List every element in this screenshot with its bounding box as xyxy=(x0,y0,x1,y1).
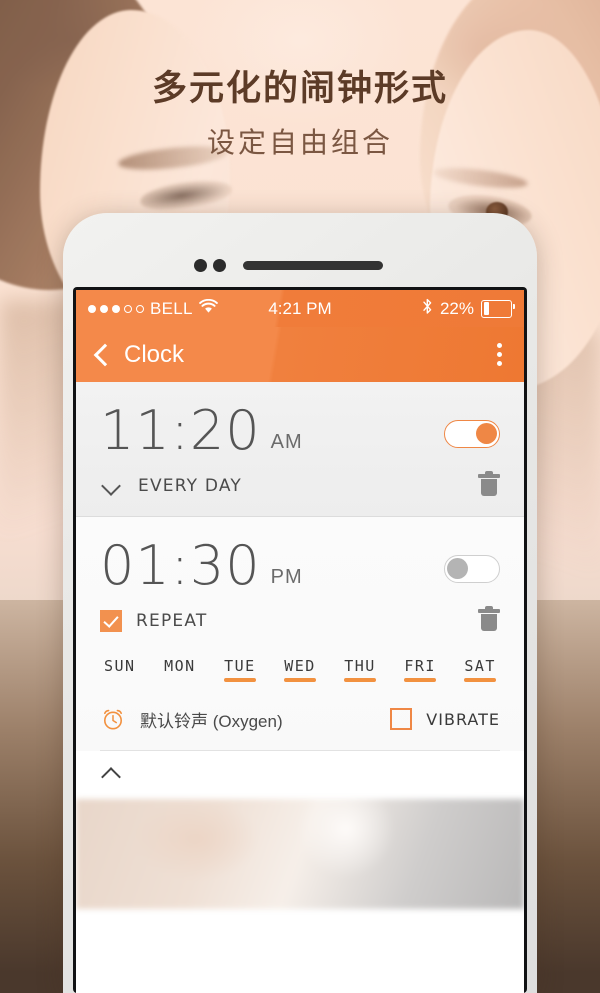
carrier-name: BELL xyxy=(150,298,193,318)
phone-top-bezel xyxy=(63,213,537,279)
weekday-thu[interactable]: THU xyxy=(344,657,376,682)
vibrate-label: VIBRATE xyxy=(426,709,500,729)
phone-mockup: BELL 4:21 PM 22% Clock 11:20 AM EVERY DA… xyxy=(63,213,537,993)
repeat-checkbox[interactable] xyxy=(100,610,122,632)
poster-headline-block: 多元化的闹钟形式 设定自由组合 xyxy=(0,69,600,161)
weekday-mon[interactable]: MON xyxy=(164,657,196,682)
poster-subhead: 设定自由组合 xyxy=(206,126,393,158)
repeat-label: REPEAT xyxy=(136,611,208,631)
wifi-icon xyxy=(198,298,218,319)
alarm-clock-icon[interactable] xyxy=(100,706,126,732)
weekday-selector: SUN MON TUE WED THU FRI SAT xyxy=(100,651,500,698)
earpiece-speaker xyxy=(243,261,383,270)
chevron-down-icon[interactable] xyxy=(100,477,126,495)
status-bar-left: BELL xyxy=(88,298,218,319)
status-bar-right: 22% xyxy=(422,298,515,320)
weekday-tue[interactable]: TUE xyxy=(224,657,256,682)
alarm-schedule-label: EVERY DAY xyxy=(138,476,242,496)
weekday-sun[interactable]: SUN xyxy=(104,657,136,682)
battery-percent: 22% xyxy=(439,298,474,318)
app-bar: Clock xyxy=(76,327,524,382)
alarm-collapse-row xyxy=(76,751,524,799)
weekday-wed[interactable]: WED xyxy=(284,657,316,682)
trash-icon[interactable] xyxy=(478,471,500,498)
ringtone-row: 默认铃声 (Oxygen) VIBRATE xyxy=(100,698,500,751)
alarm-enable-toggle[interactable] xyxy=(444,420,500,448)
vibrate-checkbox[interactable] xyxy=(390,708,413,730)
weekday-fri[interactable]: FRI xyxy=(404,657,436,682)
vibrate-control: VIBRATE xyxy=(390,708,500,730)
alarm-time-row: 01:30 PM xyxy=(100,539,500,593)
battery-icon xyxy=(481,299,515,318)
alarm-repeat-row: REPEAT xyxy=(100,593,500,651)
back-chevron-icon[interactable] xyxy=(90,344,112,366)
poster-headline: 多元化的闹钟形式 xyxy=(151,69,448,108)
alarm-item[interactable]: 01:30 PM REPEAT SUN MON TUE WED THU FRI … xyxy=(76,516,524,751)
ringtone-label[interactable]: 默认铃声 (Oxygen) xyxy=(140,707,283,732)
weekday-sat[interactable]: SAT xyxy=(464,657,496,682)
toggle-knob xyxy=(447,558,468,579)
alarm-meridiem: AM xyxy=(270,431,303,453)
alarm-item[interactable]: 11:20 AM EVERY DAY xyxy=(76,382,524,516)
phone-screen: BELL 4:21 PM 22% Clock 11:20 AM EVERY DA… xyxy=(76,290,524,993)
signal-strength-icon xyxy=(88,304,144,313)
toggle-knob xyxy=(476,423,497,444)
page-title: Clock xyxy=(124,340,185,368)
sensor-icon xyxy=(213,259,226,272)
background-photo-area xyxy=(76,799,524,909)
alarm-time-row: 11:20 AM xyxy=(100,404,500,458)
alarm-schedule-row: EVERY DAY xyxy=(100,458,500,516)
alarm-list: 11:20 AM EVERY DAY 01:30 PM REPEAT SUN M… xyxy=(76,382,524,909)
trash-icon[interactable] xyxy=(478,606,500,633)
camera-icon xyxy=(194,259,207,272)
alarm-enable-toggle[interactable] xyxy=(444,555,500,583)
alarm-time[interactable]: 11:20 xyxy=(100,404,261,458)
status-bar: BELL 4:21 PM 22% xyxy=(76,290,524,327)
bluetooth-icon xyxy=(422,298,433,320)
alarm-time[interactable]: 01:30 xyxy=(100,539,261,593)
alarm-meridiem: PM xyxy=(270,566,303,588)
kebab-menu-icon[interactable] xyxy=(489,337,510,372)
